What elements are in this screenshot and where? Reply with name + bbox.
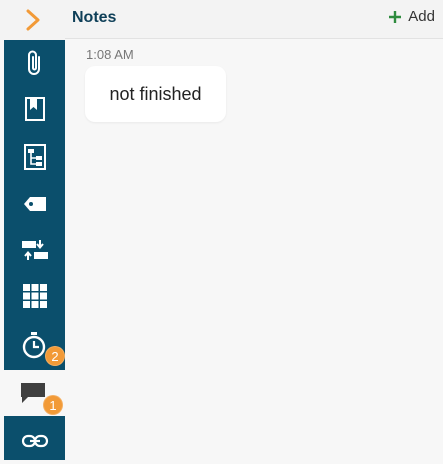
note-text: not finished [109,83,202,104]
link-icon [21,434,48,448]
notes-header: Notes Add [65,0,443,39]
note-timestamp: 1:08 AM [86,47,134,62]
paperclip-icon [27,50,40,75]
plus-icon [389,10,402,23]
sidebar-rail: 2 1 [0,40,65,460]
bookmark-icon [24,97,45,121]
rail-item-timer[interactable]: 2 [4,322,65,368]
rail-item-attachments[interactable] [4,40,65,86]
rail-item-links[interactable] [4,418,65,464]
collapse-toggle[interactable] [0,0,65,40]
rail-item-bookmarks[interactable] [4,86,65,132]
rail-item-notes[interactable]: 1 [0,370,65,416]
rail-item-tags[interactable] [4,181,65,227]
grid-icon [22,284,47,308]
add-note-button[interactable]: Add [388,8,435,25]
rail-item-structure[interactable] [4,134,65,180]
timer-badge: 2 [45,346,65,366]
notes-content: 1:08 AM not finished [65,39,443,460]
page-title: Notes [72,9,117,26]
rail-item-grid[interactable] [4,273,65,319]
chevron-right-icon [26,9,39,31]
hierarchy-icon [23,144,46,170]
swap-icon [21,240,48,260]
rail-item-transfer[interactable] [4,227,65,273]
notes-badge: 1 [43,395,63,415]
add-label: Add [408,8,435,25]
tag-icon [23,197,46,211]
note-bubble[interactable]: not finished [85,66,226,122]
